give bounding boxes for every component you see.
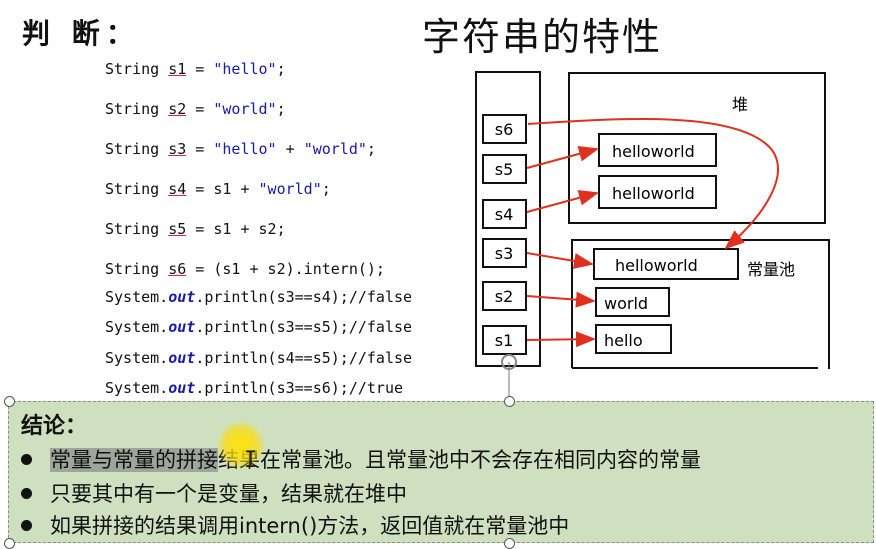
stack-var-s2: s2 [482,281,527,311]
svg-text:s4: s4 [495,205,514,224]
svg-text:helloworld: helloworld [615,256,698,275]
resize-handle[interactable] [504,396,515,407]
constant-pool-label: 常量池 [747,260,795,279]
conclusion-bullet-1: 常量与常量的拼接结果在常量池。且常量池中不会存在相同内容的常量 [21,444,701,474]
conclusion-bullet-3: 如果拼接的结果调用intern()方法，返回值就在常量池中 [21,510,569,540]
conclusion-bullet-2: 只要其中有一个是变量，结果就在堆中 [21,478,407,508]
svg-text:s2: s2 [495,287,514,306]
stack-var-s5: s5 [482,154,527,184]
svg-text:s1: s1 [495,331,514,350]
bullet-1-text: 结果在常量池。且常量池中不会存在相同内容的常量 [218,448,701,472]
svg-text:s6: s6 [495,120,514,139]
bullet-1-highlight: 常量与常量的拼接 [50,448,218,472]
svg-text:helloworld: helloworld [612,184,695,203]
pool-object: world [595,287,670,317]
svg-text:s3: s3 [495,244,514,263]
arrow-s5 [526,145,599,169]
bullet-dot-icon [21,519,32,531]
text-cursor-icon: I [244,448,258,473]
resize-handle[interactable] [4,538,15,549]
arrow-s3 [526,252,594,269]
stack-var-s1: s1 [482,325,527,355]
arrow-s2 [526,291,596,308]
stack-var-s6: s6 [482,114,527,144]
bullet-2-text: 只要其中有一个是变量，结果就在堆中 [50,482,407,506]
svg-text:world: world [604,294,648,313]
bullet-3-text: 如果拼接的结果调用intern()方法，返回值就在常量池中 [50,514,570,538]
pool-object: hello [595,324,672,354]
heap-object: helloworld [598,133,717,167]
stack-var-s3: s3 [482,238,527,268]
heap-object: helloworld [598,175,717,209]
conclusion-title: 结论： [21,414,88,439]
pool-object: helloworld [593,248,739,280]
stack-var-s4: s4 [482,199,527,229]
arrow-s1 [526,331,596,348]
resize-handle[interactable] [4,396,15,407]
svg-text:helloworld: helloworld [612,142,695,161]
pointer-highlight [216,420,266,470]
conclusion-box[interactable]: 结论： 常量与常量的拼接结果在常量池。且常量池中不会存在相同内容的常量 只要其中… [8,401,874,543]
svg-text:hello: hello [604,331,643,350]
svg-text:s5: s5 [495,160,514,179]
arrow-s4 [526,189,599,213]
heap-label: 堆 [732,95,748,114]
bullet-dot-icon [21,453,32,465]
resize-handle[interactable] [504,538,515,549]
bullet-dot-icon [21,487,32,499]
